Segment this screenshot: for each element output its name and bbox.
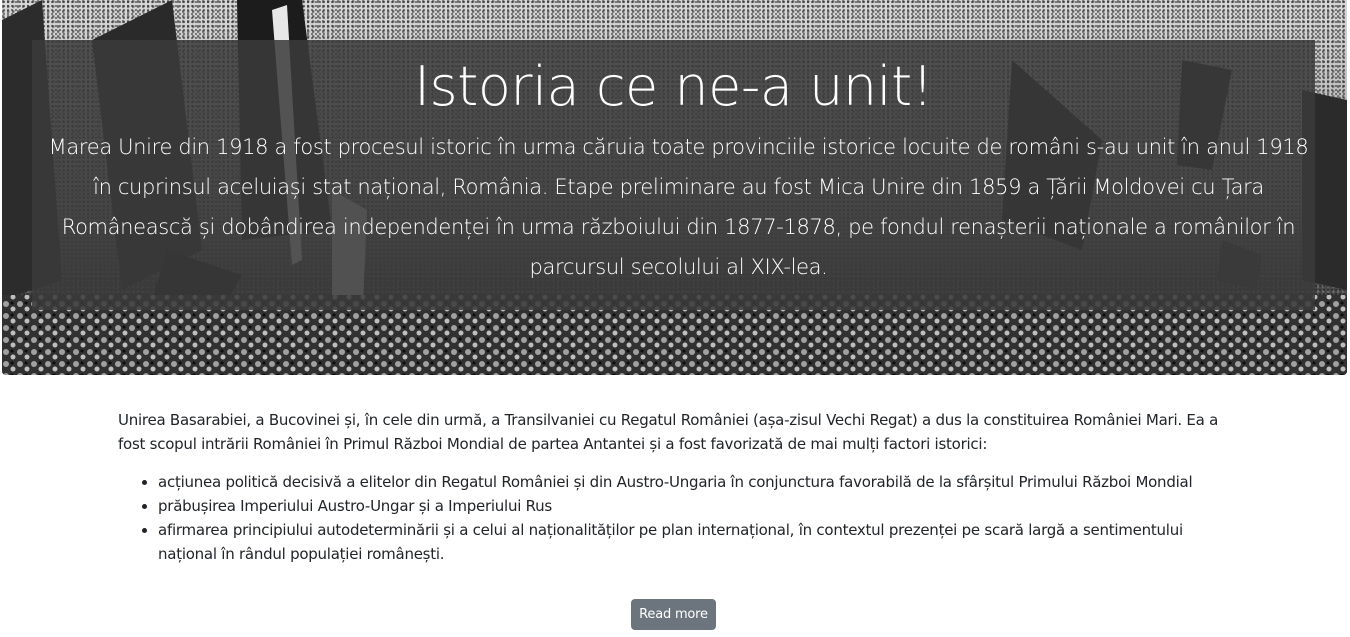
hero-title: Istoria ce ne-a unit! (414, 55, 933, 118)
article-body: Unirea Basarabiei, a Bucovinei și, în ce… (118, 408, 1233, 566)
list-item: afirmarea principiului autodeterminării … (158, 518, 1233, 566)
list-item: prăbușirea Imperiului Austro-Ungar și a … (158, 494, 1233, 518)
article-intro: Unirea Basarabiei, a Bucovinei și, în ce… (118, 411, 1219, 453)
list-item: acțiunea politică decisivă a elitelor di… (158, 470, 1233, 494)
read-more-button[interactable]: Read more (631, 599, 716, 630)
hero-banner: Istoria ce ne-a unit! Marea Unire din 19… (2, 0, 1347, 375)
hero-lead: Marea Unire din 1918 a fost procesul ist… (48, 135, 1309, 279)
factors-list: acțiunea politică decisivă a elitelor di… (118, 470, 1233, 566)
